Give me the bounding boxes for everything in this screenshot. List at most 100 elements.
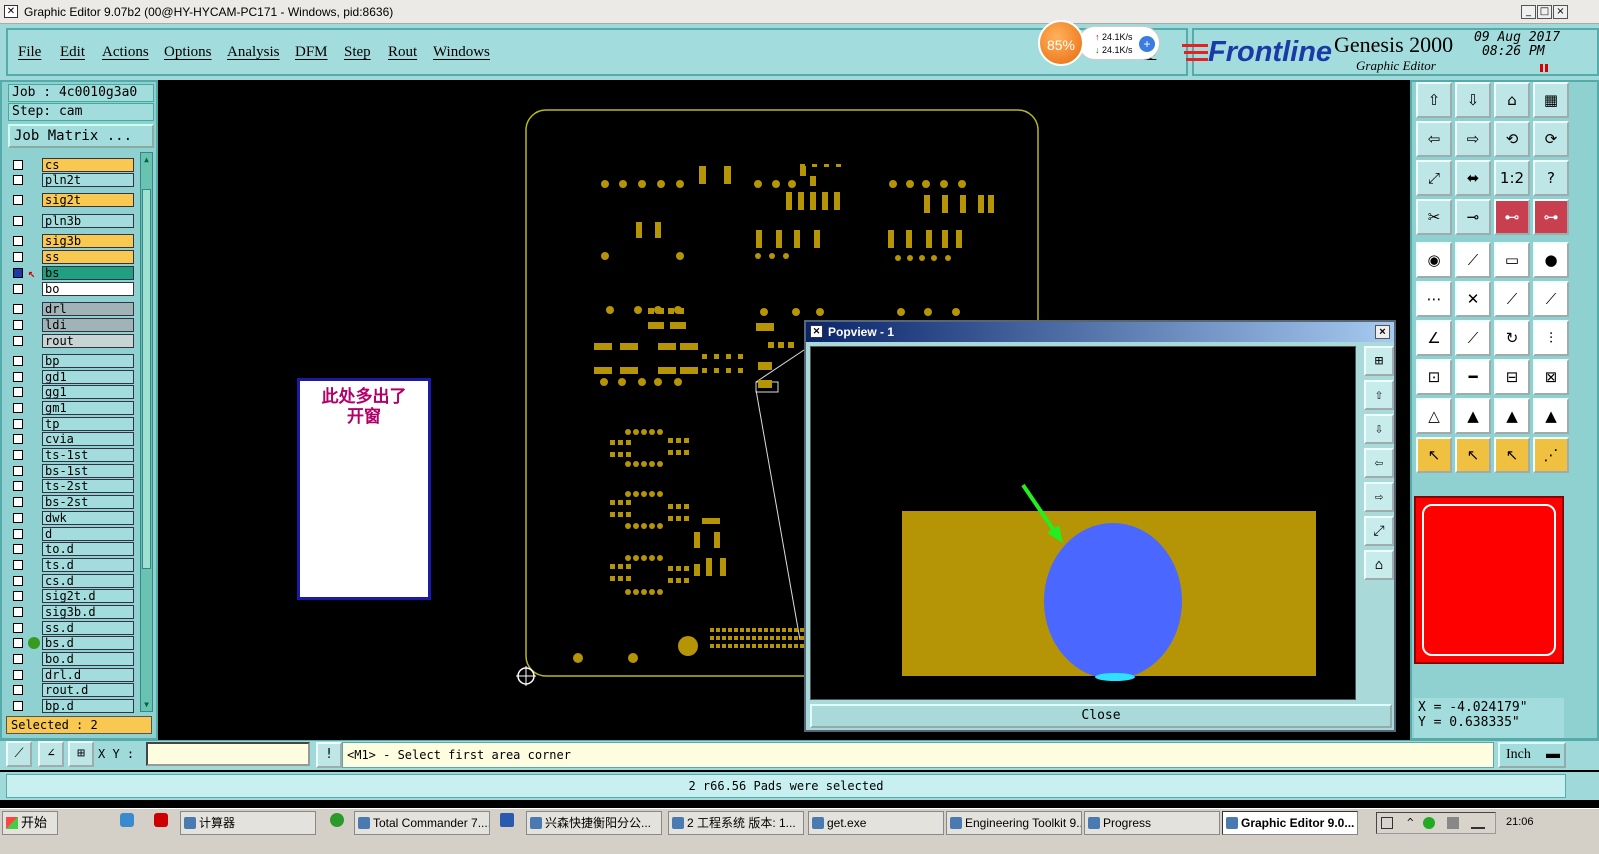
layer-row-to.d[interactable]: to.d <box>10 542 140 556</box>
layer-row-bp[interactable]: bp <box>10 354 140 368</box>
taskbar-item-3[interactable]: 兴森快捷衡阳分公... <box>526 811 662 835</box>
layer-checkbox[interactable] <box>13 560 23 570</box>
layer-name[interactable]: bp.d <box>42 699 134 713</box>
xy-input[interactable] <box>146 742 310 766</box>
layer-checkbox[interactable] <box>13 654 23 664</box>
layer-row-ts.d[interactable]: ts.d <box>10 558 140 572</box>
delete-node-icon[interactable]: ✕ <box>1455 281 1491 317</box>
home-icon[interactable]: ⌂ <box>1494 82 1530 118</box>
popview-tool-fit[interactable]: ⤢ <box>1364 516 1394 546</box>
layer-row-rout.d[interactable]: rout.d <box>10 683 140 697</box>
layer-row-gd1[interactable]: gd1 <box>10 370 140 384</box>
layer-name[interactable]: bo <box>42 282 134 296</box>
layer-checkbox[interactable] <box>13 544 23 554</box>
layer-row-bs[interactable]: bs ↖ <box>10 266 140 280</box>
layer-row-d[interactable]: d <box>10 527 140 541</box>
move-left-icon[interactable]: ⇦ <box>1416 121 1452 157</box>
layer-checkbox[interactable] <box>13 160 23 170</box>
layer-name[interactable]: cs.d <box>42 574 134 588</box>
line-tool-icon[interactable]: ⟋ <box>1455 320 1491 356</box>
network-speed-widget[interactable]: ↑ 24.1K/s ↓ 24.1K/s + 85% <box>1038 20 1162 66</box>
layer-checkbox[interactable] <box>13 252 23 262</box>
select-arrow-icon[interactable]: ↖ <box>1416 437 1452 473</box>
popview-tool-down[interactable]: ⇩ <box>1364 414 1394 444</box>
layer-row-ldi[interactable]: ldi <box>10 318 140 332</box>
overview-window[interactable] <box>1414 496 1564 664</box>
popview-tool-right[interactable]: ⇨ <box>1364 482 1394 512</box>
route-1-icon[interactable]: ⊷ <box>1494 199 1530 235</box>
layer-name[interactable]: ts.d <box>42 558 134 572</box>
pdf-icon[interactable] <box>154 813 168 827</box>
layer-row-cs.d[interactable]: cs.d <box>10 574 140 588</box>
layer-row-bo[interactable]: bo <box>10 282 140 296</box>
layer-name[interactable]: pln3b <box>42 214 134 228</box>
layer-row-sig2t[interactable]: sig2t <box>10 193 140 207</box>
draw-line-icon[interactable]: ⟋ <box>1455 242 1491 278</box>
move-down-icon[interactable]: ⇩ <box>1455 82 1491 118</box>
add-icon[interactable]: + <box>1139 36 1155 52</box>
layer-checkbox[interactable] <box>13 320 23 330</box>
move-up-icon[interactable]: ⇧ <box>1416 82 1452 118</box>
layer-checkbox[interactable] <box>13 195 23 205</box>
cut-icon[interactable]: ✂ <box>1416 199 1452 235</box>
layer-row-drl[interactable]: drl <box>10 302 140 316</box>
fill-circle-icon[interactable]: ● <box>1533 242 1569 278</box>
maximize-button[interactable]: □ <box>1537 5 1552 19</box>
layer-checkbox[interactable] <box>13 481 23 491</box>
pan-icon[interactable]: ⬌ <box>1455 160 1491 196</box>
layer-name[interactable]: tp <box>42 417 134 431</box>
job-matrix-button[interactable]: Job Matrix ... <box>8 124 154 148</box>
word-icon[interactable] <box>500 813 514 827</box>
layer-row-bo.d[interactable]: bo.d <box>10 652 140 666</box>
layer-row-gm1[interactable]: gm1 <box>10 401 140 415</box>
align-icon[interactable]: ⫶ <box>1533 320 1569 356</box>
layer-checkbox[interactable] <box>13 304 23 314</box>
scroll-down-icon[interactable]: ▼ <box>142 700 151 709</box>
layer-row-bs.d[interactable]: bs.d <box>10 636 140 650</box>
layer-checkbox[interactable] <box>13 236 23 246</box>
layer-name[interactable]: drl.d <box>42 668 134 682</box>
layer-name[interactable]: bs-1st <box>42 464 134 478</box>
layer-checkbox[interactable] <box>13 529 23 539</box>
layer-name[interactable]: sig2t <box>42 193 134 207</box>
menu-step[interactable]: Step <box>344 44 371 61</box>
layer-name[interactable]: dwk <box>42 511 134 525</box>
layer-name[interactable]: bs-2st <box>42 495 134 509</box>
tray-expand-icon[interactable]: ^ <box>1407 816 1414 829</box>
layer-row-drl.d[interactable]: drl.d <box>10 668 140 682</box>
angle-tool-icon[interactable]: ∠ <box>1416 320 1452 356</box>
network-icon[interactable] <box>1471 817 1485 829</box>
layer-name[interactable]: ss <box>42 250 134 264</box>
select-arrow-3-icon[interactable]: ↖ <box>1494 437 1530 473</box>
pin-icon[interactable]: ⊸ <box>1455 199 1491 235</box>
snap-tool-2[interactable]: ∠ <box>38 741 64 767</box>
layer-checkbox[interactable] <box>13 450 23 460</box>
scroll-up-icon[interactable]: ▲ <box>142 155 151 164</box>
measure-icon[interactable]: ▭ <box>1494 242 1530 278</box>
redo-icon[interactable]: ⟳ <box>1533 121 1569 157</box>
layer-checkbox[interactable] <box>13 356 23 366</box>
close-window-button[interactable]: × <box>1553 5 1568 19</box>
layer-checkbox[interactable] <box>13 685 23 695</box>
layer-row-ts-2st[interactable]: ts-2st <box>10 479 140 493</box>
draw-arrow-icon[interactable]: ⟋ <box>1494 281 1530 317</box>
snap-tool-1[interactable]: ⟋ <box>6 741 32 767</box>
layer-row-ss.d[interactable]: ss.d <box>10 621 140 635</box>
undo-icon[interactable]: ⟲ <box>1494 121 1530 157</box>
menu-windows[interactable]: Windows <box>433 44 490 61</box>
select-arrow-2-icon[interactable]: ↖ <box>1455 437 1491 473</box>
layer-checkbox[interactable] <box>13 434 23 444</box>
layer-row-tp[interactable]: tp <box>10 417 140 431</box>
triangle-2-icon[interactable]: ▲ <box>1455 398 1491 434</box>
move-right-icon[interactable]: ⇨ <box>1455 121 1491 157</box>
layer-checkbox[interactable] <box>13 403 23 413</box>
route-2-icon[interactable]: ⊶ <box>1533 199 1569 235</box>
taskbar-item-4[interactable]: 2 工程系统 版本: 1... <box>668 811 804 835</box>
layer-name[interactable]: ss.d <box>42 621 134 635</box>
triangle-4-icon[interactable]: ▲ <box>1533 398 1569 434</box>
layer-checkbox[interactable] <box>13 497 23 507</box>
menu-edit[interactable]: Edit <box>60 44 85 61</box>
popview-tool-left[interactable]: ⇦ <box>1364 448 1394 478</box>
layer-checkbox[interactable] <box>13 268 23 278</box>
taskbar-item-7[interactable]: Progress <box>1084 811 1220 835</box>
